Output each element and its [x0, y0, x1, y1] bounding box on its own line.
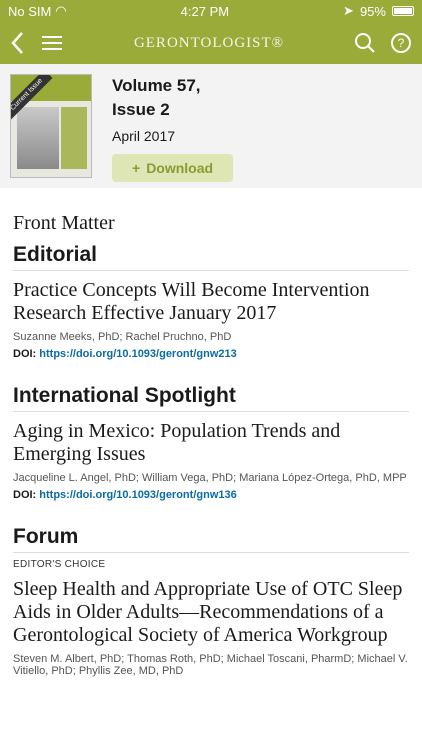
- download-label: Download: [146, 160, 214, 176]
- article-authors: Jacqueline L. Angel, PhD; William Vega, …: [13, 472, 407, 484]
- content: Front Matter Editorial Practice Concepts…: [0, 212, 422, 677]
- article-authors: Steven M. Albert, PhD; Thomas Roth, PhD;…: [13, 653, 408, 677]
- editors-choice-tag: EDITOR'S CHOICE: [13, 559, 106, 570]
- section-editorial: Editorial: [13, 243, 409, 271]
- battery-label: 95%: [359, 3, 386, 19]
- article-title[interactable]: Sleep Health and Appropriate Use of OTC …: [13, 578, 409, 647]
- svg-text:?: ?: [398, 36, 405, 50]
- cover-photo: [17, 107, 59, 169]
- front-matter-heading[interactable]: Front Matter: [13, 212, 409, 235]
- issue-header: Current Issue Volume 57, Issue 2 April 2…: [0, 64, 422, 188]
- help-icon[interactable]: ?: [390, 32, 412, 54]
- carrier-label: No SIM: [8, 3, 52, 19]
- nav-right: ?: [354, 32, 412, 54]
- download-button[interactable]: + Download: [112, 154, 234, 182]
- doi-row: DOI: https://doi.org/10.1093/geront/gnw1…: [13, 489, 409, 501]
- back-icon[interactable]: [10, 31, 26, 55]
- battery-icon: [391, 6, 414, 16]
- issue-number: Issue 2: [112, 100, 170, 119]
- doi-label: DOI:: [13, 348, 37, 360]
- plus-icon: +: [132, 160, 141, 176]
- status-time: 4:27 PM: [180, 3, 230, 19]
- volume-label: Volume 57,: [112, 76, 201, 95]
- doi-link[interactable]: https://doi.org/10.1093/geront/gnw136: [39, 489, 236, 501]
- cover-image[interactable]: Current Issue: [10, 74, 92, 178]
- section-international-spotlight: International Spotlight: [13, 384, 409, 412]
- nav-bar: GERONTOLOGIST® ?: [0, 22, 422, 64]
- wifi-icon: ◠: [55, 3, 67, 18]
- location-icon: ➤: [343, 3, 354, 18]
- search-icon[interactable]: [354, 32, 376, 54]
- article-title[interactable]: Practice Concepts Will Become Interventi…: [13, 279, 409, 325]
- article-title[interactable]: Aging in Mexico: Population Trends and E…: [13, 420, 409, 466]
- nav-left: [10, 31, 64, 55]
- section-forum: Forum: [13, 525, 409, 553]
- doi-row: DOI: https://doi.org/10.1093/geront/gnw2…: [13, 348, 409, 360]
- doi-label: DOI:: [13, 489, 37, 501]
- doi-link[interactable]: https://doi.org/10.1093/geront/gnw213: [39, 348, 236, 360]
- article-authors: Suzanne Meeks, PhD; Rachel Pruchno, PhD: [13, 331, 232, 343]
- status-bar: No SIM ◠ 4:27 PM ➤ 95%: [0, 0, 422, 22]
- app-title: GERONTOLOGIST®: [133, 34, 285, 51]
- status-right: ➤ 95%: [343, 3, 414, 19]
- cover-side-panel: [61, 107, 87, 169]
- menu-icon[interactable]: [40, 33, 64, 53]
- issue-date: April 2017: [112, 128, 176, 144]
- issue-info: Volume 57, Issue 2 April 2017 + Download: [112, 74, 234, 182]
- status-left: No SIM ◠: [8, 3, 67, 19]
